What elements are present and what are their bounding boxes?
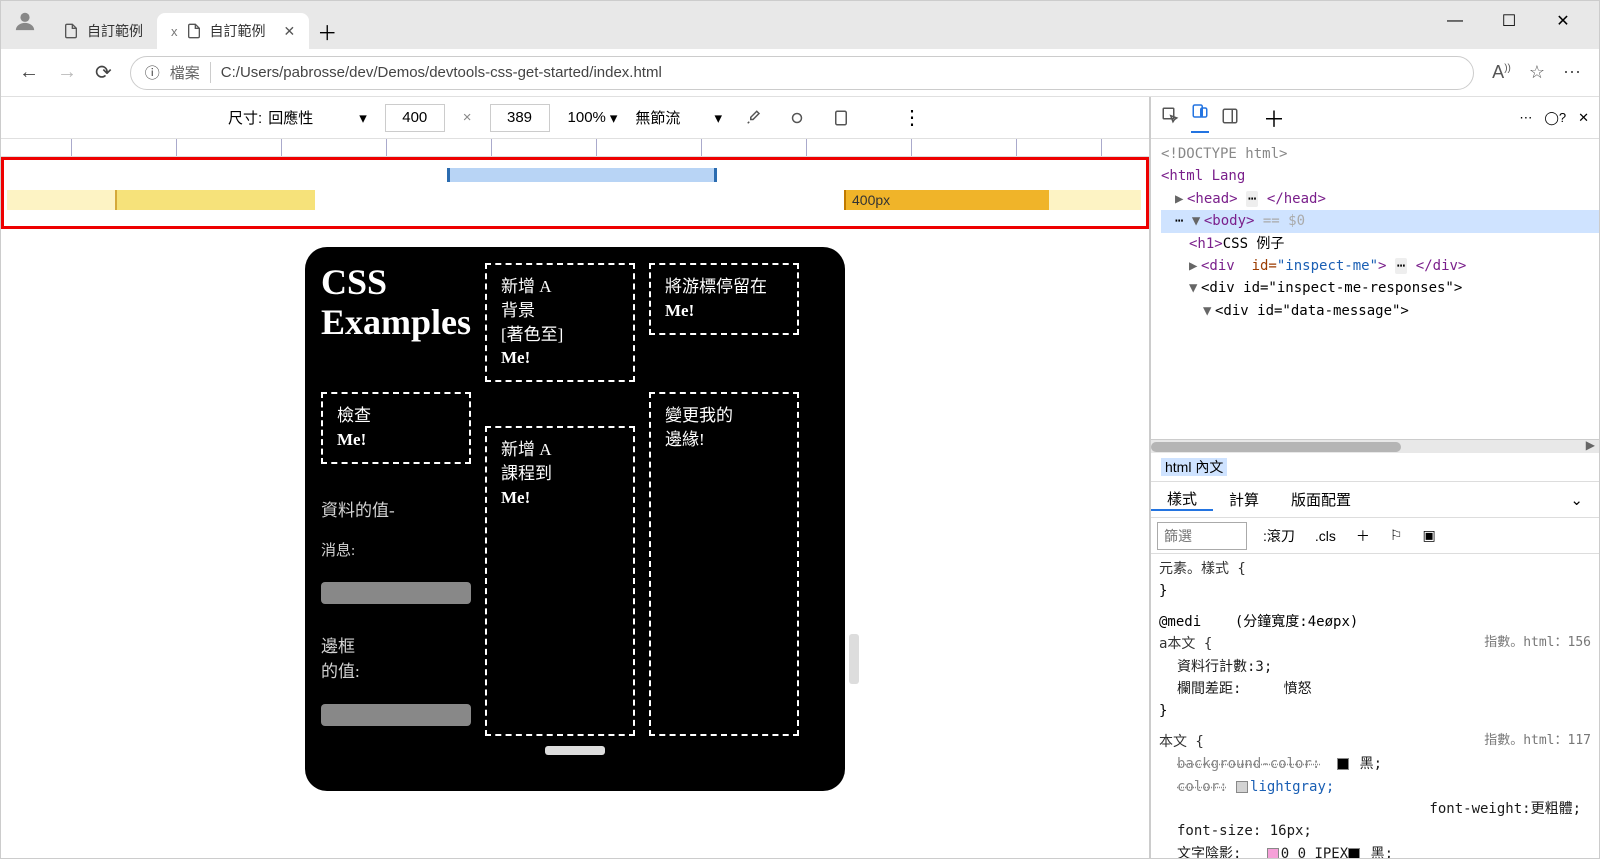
data-values-heading: 資料的值- [321, 496, 471, 521]
tab-computed[interactable]: 計算 [1213, 489, 1275, 510]
mq-label: 400px [852, 192, 890, 208]
favorite-icon[interactable]: ☆ [1529, 62, 1545, 83]
page-title: CSSExamples [321, 263, 471, 342]
read-aloud-icon[interactable]: A)) [1492, 62, 1511, 83]
breadcrumb[interactable]: html 內文 [1151, 453, 1599, 482]
border-label: 邊框的值: [321, 632, 471, 682]
page-preview: CSSExamples 新增 A背景[著色至]Me! 將游標停留在Me! 檢查M… [1, 229, 1149, 858]
new-rule-icon[interactable]: ＋ [1346, 526, 1380, 546]
add-tab-icon[interactable]: ＋ [1263, 102, 1285, 134]
ruler-area: 400px [1, 139, 1149, 229]
dim-x: × [463, 109, 472, 126]
elements-hscroll[interactable]: ▶ [1151, 439, 1599, 453]
more-icon[interactable]: ⋯ [1563, 62, 1581, 83]
tab-label: 自訂範例 [87, 21, 143, 41]
resize-handle-right[interactable] [849, 634, 859, 684]
tab-inactive[interactable]: 自訂範例 [49, 13, 157, 49]
filter-input[interactable] [1157, 522, 1247, 550]
hov-button[interactable]: :滾刀 [1253, 526, 1305, 546]
tab-layout[interactable]: 版面配置 [1275, 489, 1367, 510]
tab-prefix: x [171, 24, 178, 39]
pin-icon[interactable]: ⚐ [1380, 527, 1413, 544]
refresh-button[interactable]: ⟳ [95, 60, 112, 85]
maximize-button[interactable]: ☐ [1497, 9, 1521, 33]
throttle-dropdown[interactable]: 無節流▾ [635, 107, 722, 128]
box-hover[interactable]: 將游標停留在Me! [649, 263, 799, 335]
sidebar-toggle-icon[interactable]: ▣ [1412, 527, 1445, 544]
chevron-down-icon: ▾ [610, 109, 618, 127]
minimize-button[interactable]: — [1443, 9, 1467, 33]
help-icon[interactable]: ◯? [1544, 110, 1566, 126]
dock-icon[interactable] [1221, 107, 1239, 128]
box-change-border[interactable]: 變更我的邊緣! [649, 392, 799, 736]
devtools-toolbar: ＋ ⋯ ◯? ✕ [1151, 97, 1599, 139]
element-picker-icon[interactable] [1161, 106, 1179, 129]
media-query-bar[interactable]: 400px [1, 157, 1149, 229]
tab-strip: 自訂範例 x 自訂範例 ✕ ＋ [49, 9, 1419, 49]
info-icon[interactable]: ⓘ [145, 62, 160, 83]
cls-button[interactable]: .cls [1305, 528, 1346, 544]
elements-tree[interactable]: <!DOCTYPE html> <html Lang ▶<head> ⋯ </h… [1151, 139, 1599, 439]
size-dropdown[interactable]: 尺寸: 回應性 ▾ [228, 107, 367, 128]
device-more-icon[interactable]: ⋮ [902, 105, 922, 130]
titlebar: 自訂範例 x 自訂範例 ✕ ＋ — ☐ ✕ [1, 1, 1599, 49]
forward-button: → [57, 61, 77, 84]
new-tab-button[interactable]: ＋ [309, 13, 345, 49]
box-add-bg[interactable]: 新增 A背景[著色至]Me! [485, 263, 635, 382]
chevron-down-icon: ▾ [359, 109, 367, 127]
box-add-class[interactable]: 新增 A課程到Me! [485, 426, 635, 736]
resize-handle-bottom[interactable] [545, 746, 605, 755]
close-tab-icon[interactable]: ✕ [284, 23, 296, 40]
addr-scheme: 檔案 [170, 62, 211, 83]
address-bar[interactable]: ⓘ 檔案 C:/Users/pabrosse/dev/Demos/devtool… [130, 56, 1474, 90]
devtools-panel: ＋ ⋯ ◯? ✕ <!DOCTYPE html> <html Lang ▶<he… [1149, 97, 1599, 858]
tab-styles[interactable]: 樣式 [1151, 488, 1213, 511]
device-toggle-icon[interactable] [1191, 102, 1209, 133]
close-window-button[interactable]: ✕ [1551, 9, 1575, 33]
styles-filter-row: :滾刀 .cls ＋ ⚐ ▣ [1151, 518, 1599, 554]
styles-rules[interactable]: 元素。樣式 { } @medi (分鐘寬度:4eøpx) a本文 {指數。htm… [1151, 554, 1599, 858]
msg-label: 消息: [321, 539, 471, 560]
styles-tabs: 樣式 計算 版面配置 ⌄ [1151, 482, 1599, 518]
tab-label: 自訂範例 [210, 21, 266, 41]
profile-icon[interactable] [1, 1, 49, 41]
width-input[interactable] [385, 104, 445, 132]
ruler [1, 139, 1149, 157]
chevron-down-icon: ▾ [714, 109, 722, 127]
msg-field[interactable] [321, 582, 471, 604]
rotate-icon[interactable] [828, 105, 854, 131]
border-field[interactable] [321, 704, 471, 726]
back-button[interactable]: ← [19, 61, 39, 84]
file-icon [186, 23, 202, 39]
device-toolbar: 尺寸: 回應性 ▾ × 100%▾ 無節流▾ ⋮ [1, 97, 1149, 139]
window-controls: — ☐ ✕ [1419, 1, 1599, 33]
browser-toolbar: ← → ⟳ ⓘ 檔案 C:/Users/pabrosse/dev/Demos/d… [1, 49, 1599, 97]
dark-mode-icon[interactable] [784, 105, 810, 131]
addr-path: C:/Users/pabrosse/dev/Demos/devtools-css… [221, 64, 662, 81]
box-inspect[interactable]: 檢查Me! [321, 392, 471, 464]
file-icon [63, 23, 79, 39]
height-input[interactable] [490, 104, 550, 132]
eyedropper-icon[interactable] [740, 105, 766, 131]
zoom-dropdown[interactable]: 100%▾ [568, 109, 618, 127]
devtools-close-icon[interactable]: ✕ [1578, 110, 1589, 126]
tabs-expand-icon[interactable]: ⌄ [1554, 491, 1599, 509]
tab-active[interactable]: x 自訂範例 ✕ [157, 13, 309, 49]
devtools-more-icon[interactable]: ⋯ [1519, 110, 1532, 126]
preview-frame: CSSExamples 新增 A背景[著色至]Me! 將游標停留在Me! 檢查M… [305, 247, 845, 791]
